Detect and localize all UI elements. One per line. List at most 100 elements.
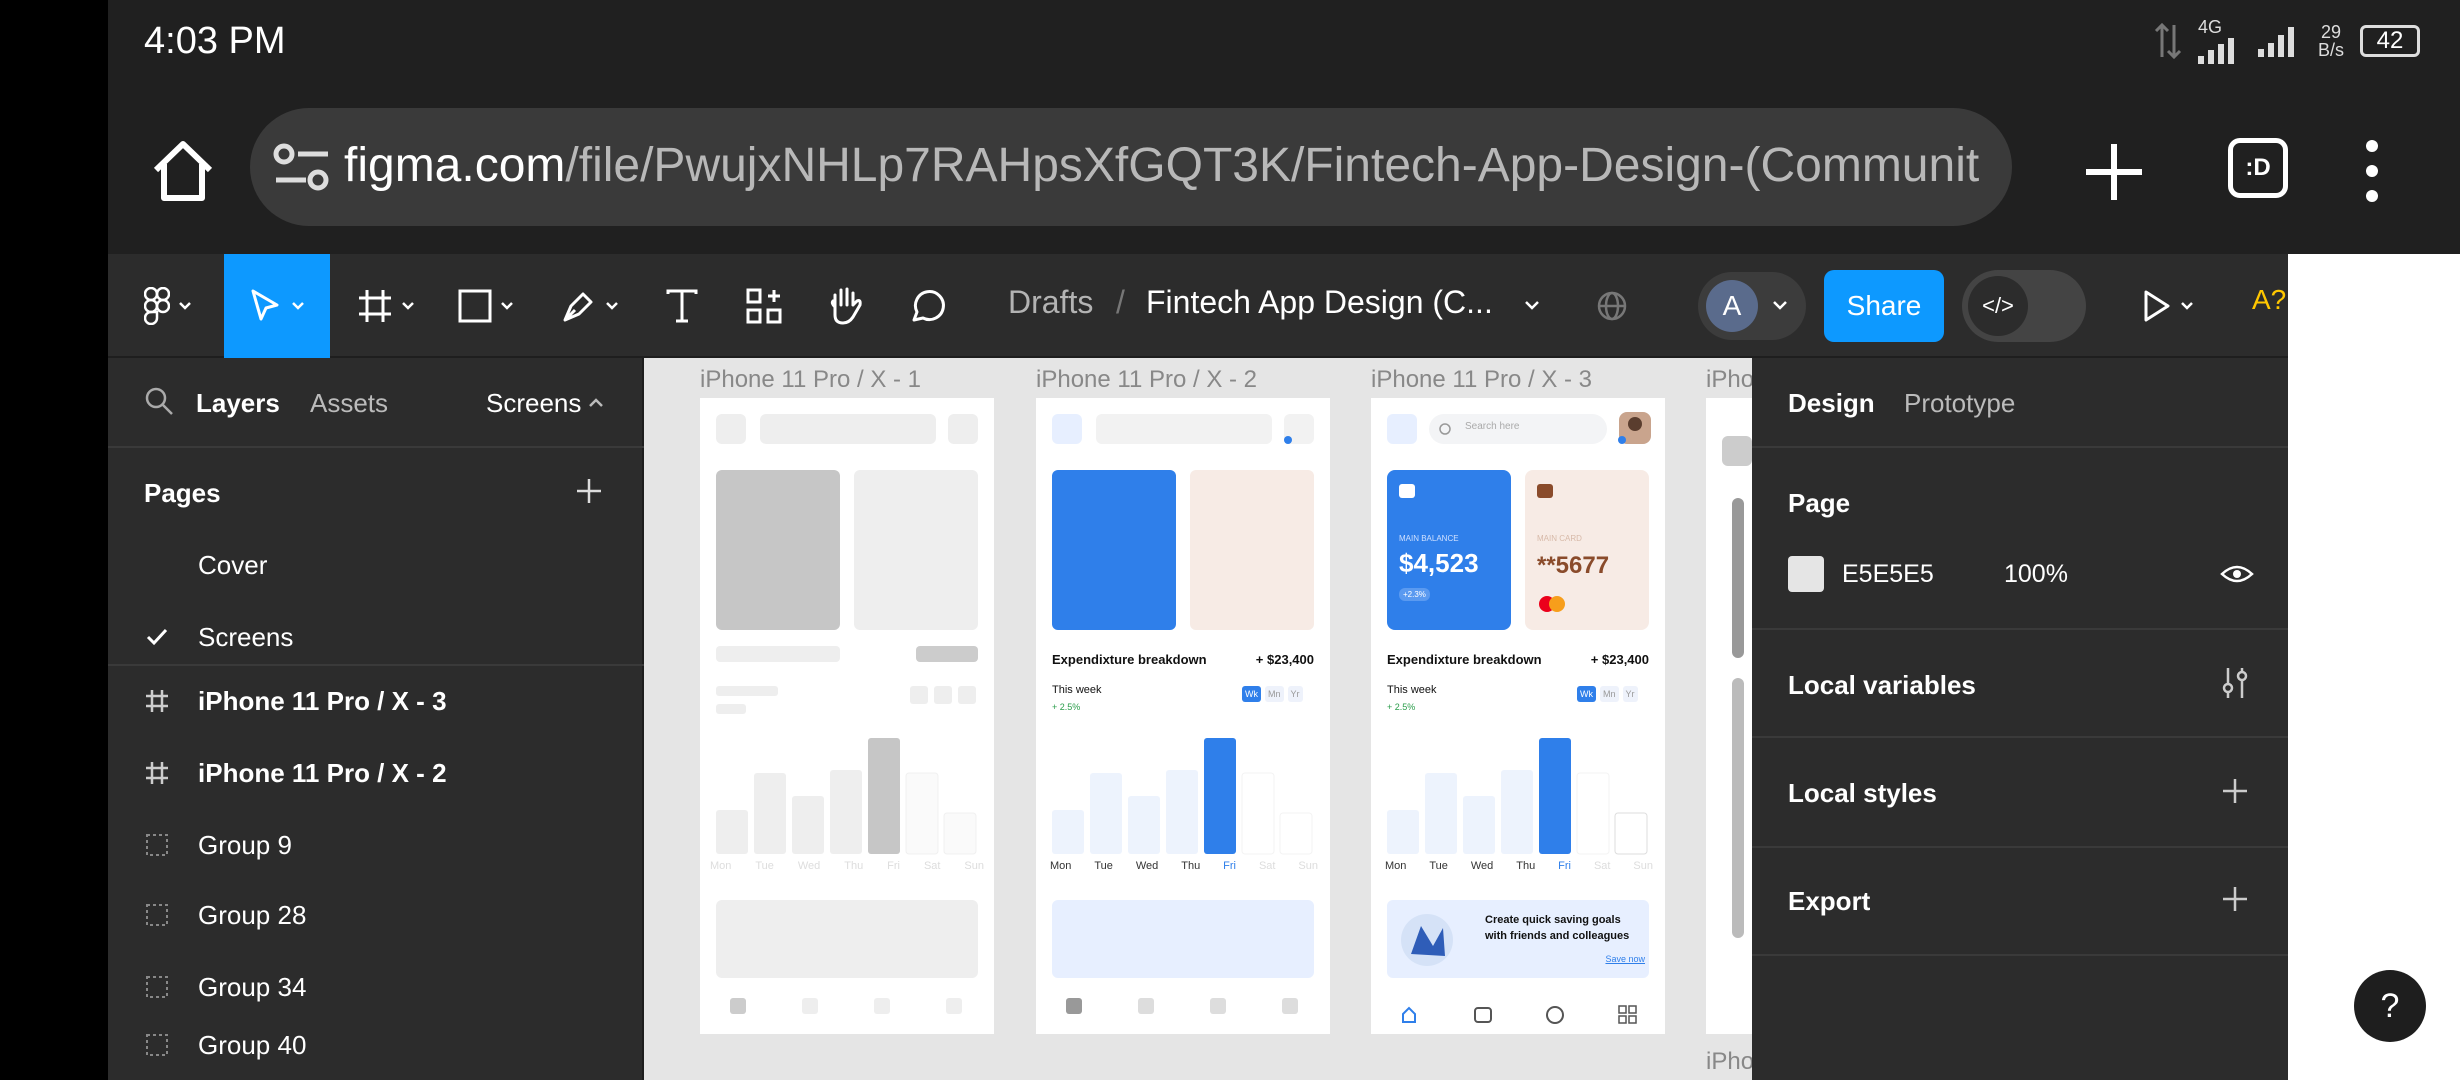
layers-panel-tabs: Layers Assets Screens <box>108 358 644 448</box>
frame-label[interactable]: iPhone 11 Pro / X - 1 <box>700 366 921 394</box>
frame-tool-button[interactable] <box>348 254 424 358</box>
add-style-icon[interactable] <box>2220 776 2250 806</box>
card-label: MAIN BALANCE <box>1399 534 1459 543</box>
breadcrumb-drafts[interactable]: Drafts <box>1008 284 1093 321</box>
resources-tool-button[interactable] <box>734 254 794 358</box>
eye-icon[interactable] <box>2220 562 2254 586</box>
canvas[interactable]: iPhone 11 Pro / X - 1 iPhone 11 Pro / X … <box>644 358 1752 1080</box>
pages-heading: Pages <box>144 478 221 508</box>
chevron-down-icon[interactable] <box>1524 300 1540 312</box>
comment-tool-button[interactable] <box>898 254 958 358</box>
chevron-down-icon <box>2181 302 2193 310</box>
toggle-year[interactable]: Yr <box>1287 686 1303 702</box>
layer-item-group[interactable]: Group 28 <box>108 880 644 950</box>
layer-item-group[interactable]: Group 9 <box>108 810 644 880</box>
frame-iphone-x-3[interactable]: Search here MAIN BALANCE $4,523 +2.3% MA… <box>1371 398 1665 1034</box>
day-label: Sun <box>964 860 984 872</box>
frame-label[interactable]: iPho <box>1706 366 1752 394</box>
right-white-area <box>2288 254 2460 1080</box>
layer-item-frame[interactable]: iPhone 11 Pro / X - 2 <box>108 738 644 808</box>
globe-icon[interactable] <box>1596 290 1628 322</box>
url-bar[interactable]: figma.com/file/PwujxNHLp7RAHpsXfGQT3K/Fi… <box>250 108 2012 226</box>
frame-label[interactable]: iPho <box>1706 1048 1752 1076</box>
background-color-swatch[interactable] <box>1788 556 1824 592</box>
period-toggle[interactable]: Wk Mn Yr <box>1242 686 1303 702</box>
toggle-week[interactable]: Wk <box>1242 686 1261 702</box>
toggle-week[interactable]: Wk <box>1577 686 1596 702</box>
group-icon <box>146 1034 168 1056</box>
chevron-down-icon <box>606 302 618 310</box>
background-color-hex[interactable]: E5E5E5 <box>1842 560 1934 589</box>
user-menu[interactable]: A <box>1698 272 1806 340</box>
layer-item-group[interactable]: Group 40 <box>108 1010 644 1080</box>
main-menu-button[interactable] <box>128 254 208 358</box>
group-icon <box>146 904 168 926</box>
breakdown-value: + $23,400 <box>1590 652 1649 667</box>
day-label: Thu <box>844 860 864 872</box>
chevron-up-icon[interactable] <box>588 396 604 408</box>
signal-icon <box>2197 38 2234 64</box>
add-page-icon[interactable] <box>574 476 604 506</box>
page-selector[interactable]: Screens <box>486 388 581 419</box>
accessibility-label[interactable]: A? <box>2252 284 2286 316</box>
variables-sliders-icon[interactable] <box>2220 666 2250 700</box>
background-opacity[interactable]: 100% <box>2004 560 2068 589</box>
tab-prototype[interactable]: Prototype <box>1904 388 2015 419</box>
local-variables-title[interactable]: Local variables <box>1788 670 1976 701</box>
day-label: Wed <box>1135 860 1159 872</box>
text-tool-button[interactable] <box>652 254 712 358</box>
local-styles-title[interactable]: Local styles <box>1788 778 1937 809</box>
present-button[interactable] <box>2128 254 2208 358</box>
checkmark-icon <box>146 628 168 646</box>
period-toggle[interactable]: Wk Mn Yr <box>1577 686 1638 702</box>
layer-item-frame[interactable]: iPhone 11 Pro / X - 3 <box>108 666 644 736</box>
shape-tool-button[interactable] <box>448 254 524 358</box>
frame-iphone-x-4[interactable] <box>1706 398 1752 1034</box>
new-tab-icon[interactable] <box>2076 134 2152 210</box>
card-change-badge: +2.3% <box>1399 588 1430 601</box>
day-label: Sat <box>923 860 941 872</box>
tab-layers[interactable]: Layers <box>196 388 280 419</box>
day-label: Mon <box>1050 860 1072 872</box>
search-placeholder[interactable]: Search here <box>1465 421 1519 432</box>
search-icon[interactable] <box>144 386 174 416</box>
chart-bar <box>905 772 939 855</box>
chevron-down-icon <box>1773 301 1787 310</box>
frame-label[interactable]: iPhone 11 Pro / X - 3 <box>1371 366 1592 394</box>
url-text[interactable]: figma.com/file/PwujxNHLp7RAHpsXfGQT3K/Fi… <box>344 138 1994 193</box>
chart-bar <box>716 810 748 854</box>
frame-iphone-x-2[interactable]: Expendixture breakdown + $23,400 This we… <box>1036 398 1330 1034</box>
site-settings-icon[interactable] <box>272 142 332 192</box>
tab-switcher-button[interactable]: :D <box>2228 138 2288 198</box>
day-label: Fri <box>887 860 900 872</box>
chart-bar <box>1501 770 1533 854</box>
hand-tool-button[interactable] <box>816 254 876 358</box>
file-name[interactable]: Fintech App Design (C... <box>1146 284 1493 321</box>
save-now-link[interactable]: Save now <box>1605 954 1645 964</box>
frame-iphone-x-1[interactable]: Mon Tue Wed Thu Fri Sat Sun <box>700 398 994 1034</box>
move-tool-button[interactable] <box>224 254 330 358</box>
help-button[interactable]: ? <box>2354 970 2426 1042</box>
page-item-cover[interactable]: Cover <box>108 530 644 600</box>
more-menu-icon[interactable] <box>2352 136 2392 206</box>
toggle-month[interactable]: Mn <box>1600 686 1619 702</box>
toggle-year[interactable]: Yr <box>1622 686 1638 702</box>
dev-mode-toggle[interactable]: </> <box>1962 270 2086 342</box>
card-balance-value: $4,523 <box>1399 548 1479 578</box>
tab-design[interactable]: Design <box>1788 388 1875 419</box>
add-export-icon[interactable] <box>2220 884 2250 914</box>
home-icon[interactable] <box>148 136 218 206</box>
status-icons: 4G 29 B/s 42 <box>2154 18 2420 64</box>
week-change: + 2.5% <box>1387 702 1416 712</box>
chart-bar <box>1279 812 1313 855</box>
tab-assets[interactable]: Assets <box>310 388 388 419</box>
layer-label: Group 34 <box>198 971 307 1002</box>
toggle-month[interactable]: Mn <box>1265 686 1284 702</box>
pen-tool-button[interactable] <box>552 254 628 358</box>
share-button[interactable]: Share <box>1824 270 1944 342</box>
page-item-screens[interactable]: Screens <box>108 602 644 672</box>
export-title[interactable]: Export <box>1788 886 1870 917</box>
battery-icon: 42 <box>2360 25 2420 57</box>
frame-label[interactable]: iPhone 11 Pro / X - 2 <box>1036 366 1257 394</box>
chart-bar <box>830 770 862 854</box>
